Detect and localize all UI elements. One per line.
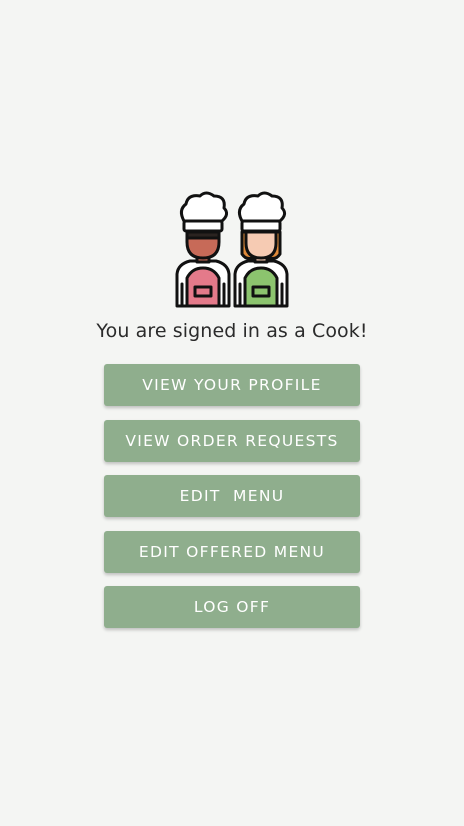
view-profile-button[interactable]: VIEW YOUR PROFILE — [104, 364, 360, 406]
two-cooks-icon — [170, 188, 294, 310]
view-order-requests-button[interactable]: VIEW ORDER REQUESTS — [104, 420, 360, 462]
edit-offered-menu-button[interactable]: EDIT OFFERED MENU — [104, 531, 360, 573]
edit-menu-button[interactable]: EDIT MENU — [104, 475, 360, 517]
signed-in-status-text: You are signed in as a Cook! — [96, 320, 368, 342]
log-off-button[interactable]: LOG OFF — [104, 586, 360, 628]
